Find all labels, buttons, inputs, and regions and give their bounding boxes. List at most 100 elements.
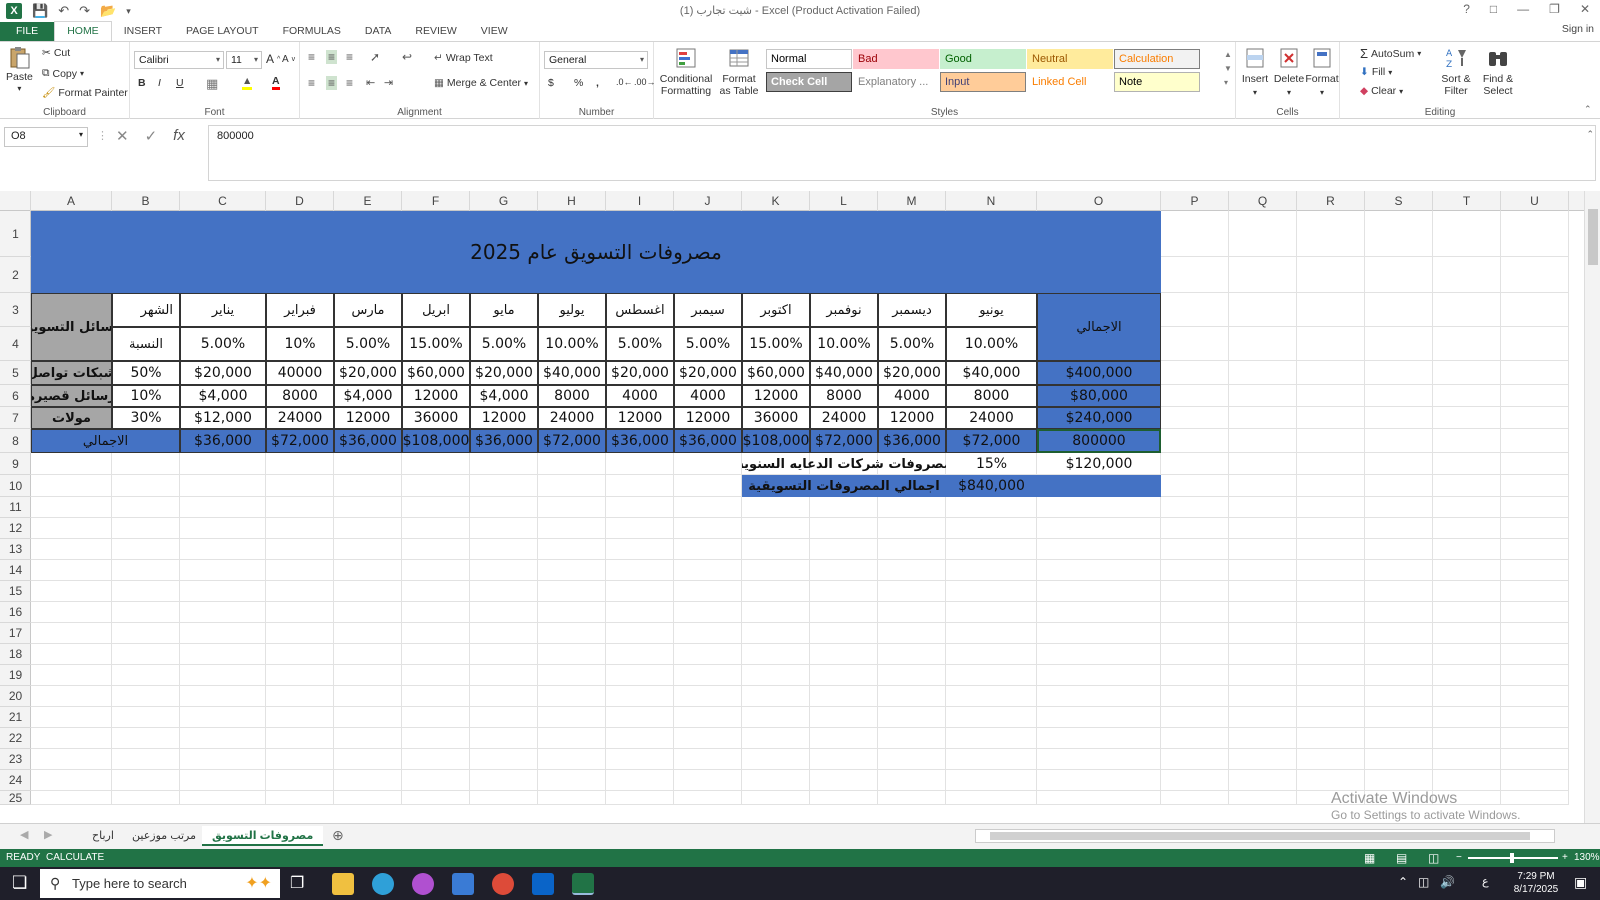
row-header[interactable]: 21 (0, 707, 31, 728)
monthly-total[interactable]: $36,000 (606, 429, 674, 453)
month-ratio[interactable]: 15.00% (402, 327, 470, 361)
total-header[interactable]: الاجمالي (1037, 293, 1161, 361)
page-layout-view-icon[interactable]: ▤ (1396, 849, 1407, 867)
channel-name[interactable]: مولات (31, 407, 112, 429)
channel-month-value[interactable]: $4,000 (334, 385, 402, 407)
column-header[interactable]: L (810, 191, 878, 211)
zoom-level[interactable]: 130% (1574, 849, 1600, 867)
column-header[interactable]: T (1433, 191, 1501, 211)
channel-name[interactable]: شبكات تواصل (31, 361, 112, 385)
taskbar-search[interactable]: ⚲ Type here to search ✦✦ (40, 869, 280, 898)
edge-icon[interactable] (372, 873, 394, 895)
format-as-table-button[interactable]: Format as Table (716, 46, 762, 97)
month-header[interactable]: مايو (470, 293, 538, 327)
month-ratio[interactable]: 5.00% (334, 327, 402, 361)
month-ratio[interactable]: 5.00% (878, 327, 946, 361)
tab-review[interactable]: REVIEW (403, 22, 468, 41)
row-header[interactable]: 7 (0, 407, 31, 429)
row-header[interactable]: 22 (0, 728, 31, 749)
month-ratio[interactable]: 15.00% (742, 327, 810, 361)
channel-month-value[interactable]: 24000 (266, 407, 334, 429)
worksheet-grid[interactable]: ABCDEFGHIJKLMNOPQRSTU 1 2 3 4 5 6 7 8 9 10 11 12 13 1… (0, 191, 1600, 823)
channel-month-value[interactable]: $40,000 (946, 361, 1037, 385)
zoom-slider-thumb[interactable] (1510, 853, 1514, 863)
channel-month-value[interactable]: $4,000 (180, 385, 266, 407)
cell-style-option[interactable]: Note (1114, 72, 1200, 92)
month-header[interactable]: نوفمبر (810, 293, 878, 327)
row-header[interactable]: 12 (0, 518, 31, 539)
column-header[interactable]: K (742, 191, 810, 211)
channel-month-value[interactable]: 24000 (538, 407, 606, 429)
language-indicator-icon[interactable]: ع (1482, 875, 1489, 888)
expand-formula-icon[interactable]: ⌃ (1586, 129, 1594, 140)
channel-month-value[interactable]: $20,000 (674, 361, 742, 385)
channel-share[interactable]: 10% (112, 385, 180, 407)
channel-month-value[interactable]: $20,000 (334, 361, 402, 385)
cell-style-option[interactable]: Good (940, 49, 1026, 69)
copilot-icon[interactable] (412, 873, 434, 895)
outlook-icon[interactable] (532, 873, 554, 895)
sheet-tab-marketing[interactable]: مصروفات التسويق (202, 826, 324, 846)
column-header[interactable]: E (334, 191, 402, 211)
notifications-icon[interactable]: ▣ (1574, 874, 1587, 891)
column-header[interactable]: B (112, 191, 180, 211)
column-header[interactable]: S (1365, 191, 1433, 211)
row-header[interactable]: 11 (0, 497, 31, 518)
monthly-total[interactable]: $72,000 (538, 429, 606, 453)
column-header[interactable]: A (31, 191, 112, 211)
row-header[interactable]: 6 (0, 385, 31, 407)
cell-style-option[interactable]: Linked Cell (1027, 72, 1113, 92)
cut-button[interactable]: ✂ Cut (42, 47, 70, 59)
page-break-view-icon[interactable]: ◫ (1428, 849, 1439, 867)
column-header[interactable]: Q (1229, 191, 1297, 211)
insert-button[interactable]: Insert ▾ (1240, 46, 1270, 97)
channel-month-value[interactable]: $40,000 (538, 361, 606, 385)
row-header[interactable]: 3 (0, 293, 31, 327)
column-header[interactable]: M (878, 191, 946, 211)
marketing-total-label[interactable]: اجمالي المصروفات التسويقية (742, 475, 946, 497)
shrink-font-button[interactable]: Av (282, 54, 295, 65)
insert-function-icon[interactable]: fx (173, 127, 185, 145)
channel-name[interactable]: رسائل قصيرة (31, 385, 112, 407)
channel-month-value[interactable]: 12000 (878, 407, 946, 429)
column-header[interactable]: J (674, 191, 742, 211)
orientation-icon[interactable]: ➚ (370, 50, 380, 64)
monthly-total[interactable]: $36,000 (180, 429, 266, 453)
channel-month-value[interactable]: 12000 (402, 385, 470, 407)
conditional-formatting-button[interactable]: Conditional Formatting (660, 46, 712, 97)
column-header[interactable]: F (402, 191, 470, 211)
font-size-select[interactable]: 11 ▾ (226, 51, 262, 69)
name-box[interactable]: O8 ▾ (4, 127, 88, 147)
tab-file[interactable]: FILE (0, 22, 55, 41)
bold-button[interactable]: B (138, 77, 146, 89)
paste-button[interactable]: Paste ▾ (6, 46, 33, 93)
styles-scroll-icon[interactable]: ▲ ▼ ▾ (1224, 48, 1232, 90)
month-ratio[interactable]: 10.00% (810, 327, 878, 361)
cancel-entry-icon[interactable]: ✕ (116, 127, 129, 145)
channel-month-value[interactable]: 12000 (334, 407, 402, 429)
channel-month-value[interactable]: 4000 (674, 385, 742, 407)
cell-style-option[interactable]: Normal (766, 49, 852, 69)
grand-total-selected[interactable]: 800000 (1037, 429, 1161, 453)
row-header[interactable]: 18 (0, 644, 31, 665)
monthly-total[interactable]: $36,000 (878, 429, 946, 453)
normal-view-icon[interactable]: ▦ (1364, 849, 1375, 867)
confirm-entry-icon[interactable]: ✓ (145, 127, 158, 145)
channel-month-value[interactable]: 24000 (810, 407, 878, 429)
channel-month-value[interactable]: $4,000 (470, 385, 538, 407)
increase-decimal-icon[interactable]: .0← (616, 77, 633, 87)
borders-icon[interactable]: ▦ (206, 76, 218, 92)
column-header[interactable]: C (180, 191, 266, 211)
channel-month-value[interactable]: 36000 (402, 407, 470, 429)
row-header[interactable]: 16 (0, 602, 31, 623)
row-header[interactable]: 20 (0, 686, 31, 707)
channel-month-value[interactable]: $60,000 (402, 361, 470, 385)
channel-total[interactable]: $400,000 (1037, 361, 1161, 385)
zoom-slider[interactable] (1468, 853, 1558, 863)
monthly-total[interactable]: $36,000 (674, 429, 742, 453)
fill-color-button[interactable]: ▲ (242, 75, 253, 90)
month-ratio[interactable]: 5.00% (606, 327, 674, 361)
channel-month-value[interactable]: $20,000 (878, 361, 946, 385)
row-header[interactable]: 9 (0, 453, 31, 475)
prev-sheet-icon[interactable]: ◀ (20, 828, 28, 841)
